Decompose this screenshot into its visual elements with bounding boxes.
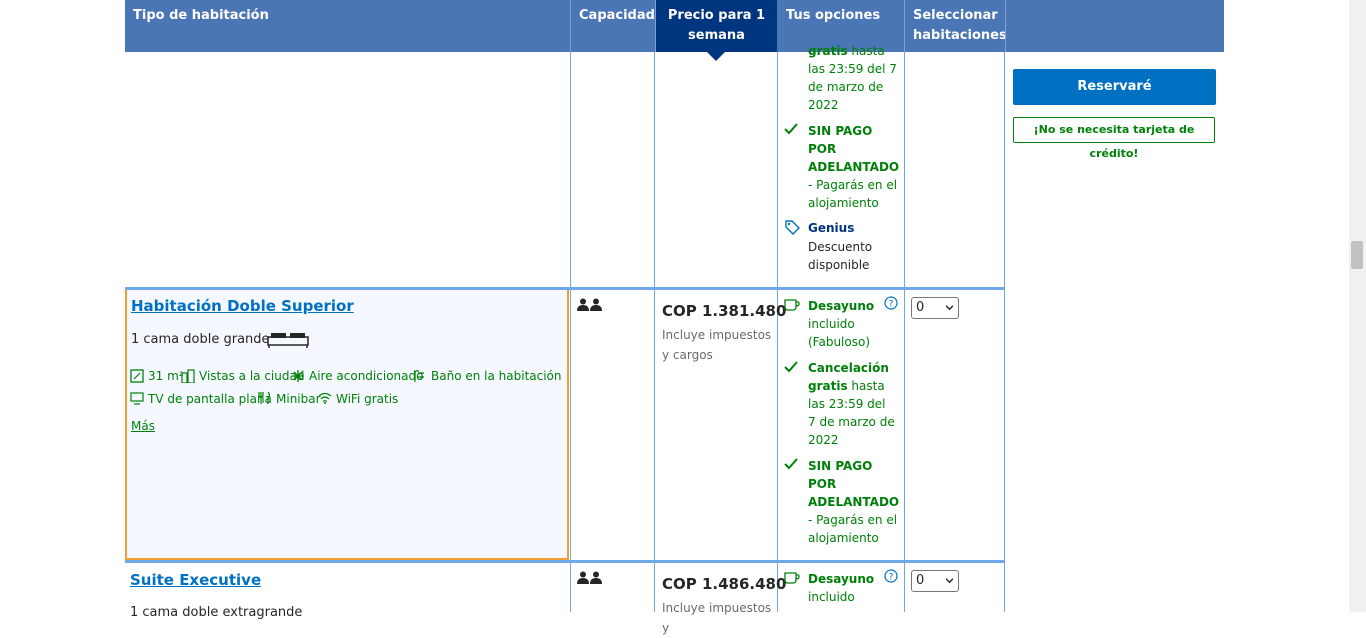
more-link[interactable]: Más (131, 418, 155, 434)
room-price: COP 1.381.480 (662, 302, 787, 320)
row-divider (125, 287, 1005, 290)
header-room-type: Tipo de habitación (133, 8, 269, 23)
room-quantity-select[interactable]: 0 (911, 297, 959, 319)
room-title-link[interactable]: Suite Executive (130, 571, 261, 589)
snowflake-icon (292, 370, 304, 382)
cancel-policy: Cancelación gratis hasta las 23:59 del 7… (808, 361, 895, 447)
breakfast-label: Desayuno (808, 299, 875, 313)
svg-text:?: ? (889, 573, 894, 583)
wifi-icon (318, 392, 332, 404)
two-persons-icon (577, 298, 602, 311)
coffee-cup-icon (784, 299, 800, 311)
minibar-icon (258, 391, 271, 404)
header-select: Seleccionar habitaciones (913, 8, 1007, 43)
cancel-date: las 23:59 del 7 de marzo de 2022 (808, 62, 897, 112)
room-size-icon (130, 369, 144, 383)
selected-room-row (125, 289, 569, 560)
help-icon[interactable]: ? (884, 296, 898, 310)
chevron-down-icon (946, 305, 953, 311)
genius-label: Genius (808, 221, 855, 235)
no-prepay-label: SIN PAGO POR ADELANTADO (808, 459, 900, 509)
grid-line (654, 52, 655, 612)
no-prepay-label: SIN PAGO POR ADELANTADO (808, 124, 900, 174)
breakfast-label: Desayuno (808, 572, 875, 586)
feature-minibar: Minibar (276, 392, 321, 406)
two-persons-icon (577, 571, 602, 584)
feature-wifi: WiFi gratis (336, 392, 399, 406)
genius-note: Descuento disponible (808, 240, 873, 272)
price-note: Incluye impuestos y (662, 601, 772, 635)
feature-city-view: Vistas a la ciudad (199, 369, 305, 383)
feature-size: 31 m² (148, 369, 184, 383)
reserve-button[interactable]: Reservaré (1013, 69, 1216, 105)
no-prepay-note: - Pagarás en el alojamiento (808, 513, 898, 545)
city-view-icon (181, 369, 195, 383)
svg-text:?: ? (889, 300, 894, 310)
room-quantity-select[interactable]: 0 (911, 570, 959, 592)
header-divider (1005, 0, 1006, 52)
grid-line (570, 52, 571, 612)
scrollbar-thumb[interactable] (1351, 241, 1363, 269)
help-icon[interactable]: ? (884, 569, 898, 583)
row-divider (125, 560, 1005, 563)
bed-info: 1 cama doble extragrande (130, 605, 303, 620)
grid-line (777, 52, 778, 612)
grid-line (1004, 52, 1005, 612)
checkmark-icon (784, 123, 798, 135)
no-card-badge: ¡No se necesita tarjeta de crédito! (1013, 117, 1215, 160)
room-title-link[interactable]: Habitación Doble Superior (131, 297, 354, 315)
feature-bathroom: Baño en la habitación (431, 369, 562, 383)
price-note: Incluye impuestos y cargos (662, 328, 772, 362)
scrollbar-track[interactable] (1349, 0, 1366, 612)
checkmark-icon (784, 361, 798, 373)
checkmark-icon (784, 458, 798, 470)
bed-info: 1 cama doble grande (131, 332, 270, 347)
breakfast-note: incluido (808, 590, 855, 604)
header-price[interactable]: Precio para 1 semana (656, 0, 777, 52)
sort-arrow-icon (707, 52, 725, 61)
no-prepay-note: - Pagarás en el alojamiento (808, 178, 898, 210)
coffee-cup-icon (784, 572, 800, 584)
tag-icon (785, 220, 800, 235)
feature-ac: Aire acondicionado (309, 369, 424, 383)
double-bed-icon (267, 333, 309, 348)
tv-icon (130, 392, 144, 405)
header-capacity: Capacidad (579, 8, 655, 23)
shower-icon (414, 370, 424, 382)
grid-line (904, 52, 905, 612)
feature-tv: TV de pantalla plana (148, 392, 272, 406)
cancel-free-label: gratis hasta (808, 44, 885, 58)
breakfast-note: incluido (Fabuloso) (808, 317, 871, 349)
chevron-down-icon (946, 578, 953, 584)
room-price: COP 1.486.480 (662, 575, 787, 593)
